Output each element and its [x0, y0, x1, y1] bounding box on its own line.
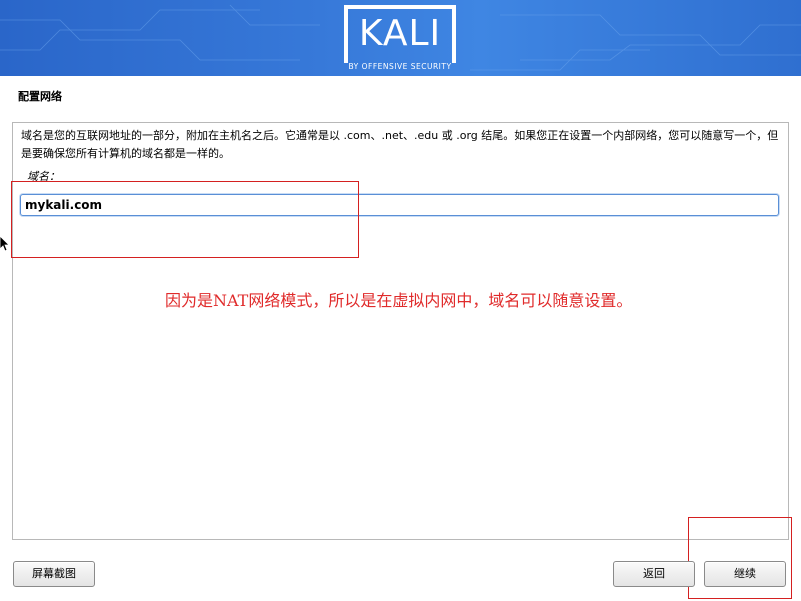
- page-title: 配置网络: [18, 90, 62, 103]
- back-button[interactable]: 返回: [613, 561, 695, 587]
- installer-banner: KALI BY OFFENSIVE SECURITY: [0, 0, 801, 76]
- annotation-highlight-field: [11, 181, 359, 258]
- kali-tagline: BY OFFENSIVE SECURITY: [348, 62, 452, 71]
- kali-logo: KALI: [358, 13, 442, 54]
- annotation-note: 因为是NAT网络模式，所以是在虚拟内网中，域名可以随意设置。: [165, 291, 633, 310]
- continue-button[interactable]: 继续: [704, 561, 786, 587]
- mouse-pointer-icon: [0, 236, 10, 252]
- domain-description: 域名是您的互联网地址的一部分，附加在主机名之后。它通常是以 .com、.net、…: [21, 129, 779, 160]
- screenshot-button[interactable]: 屏幕截图: [13, 561, 95, 587]
